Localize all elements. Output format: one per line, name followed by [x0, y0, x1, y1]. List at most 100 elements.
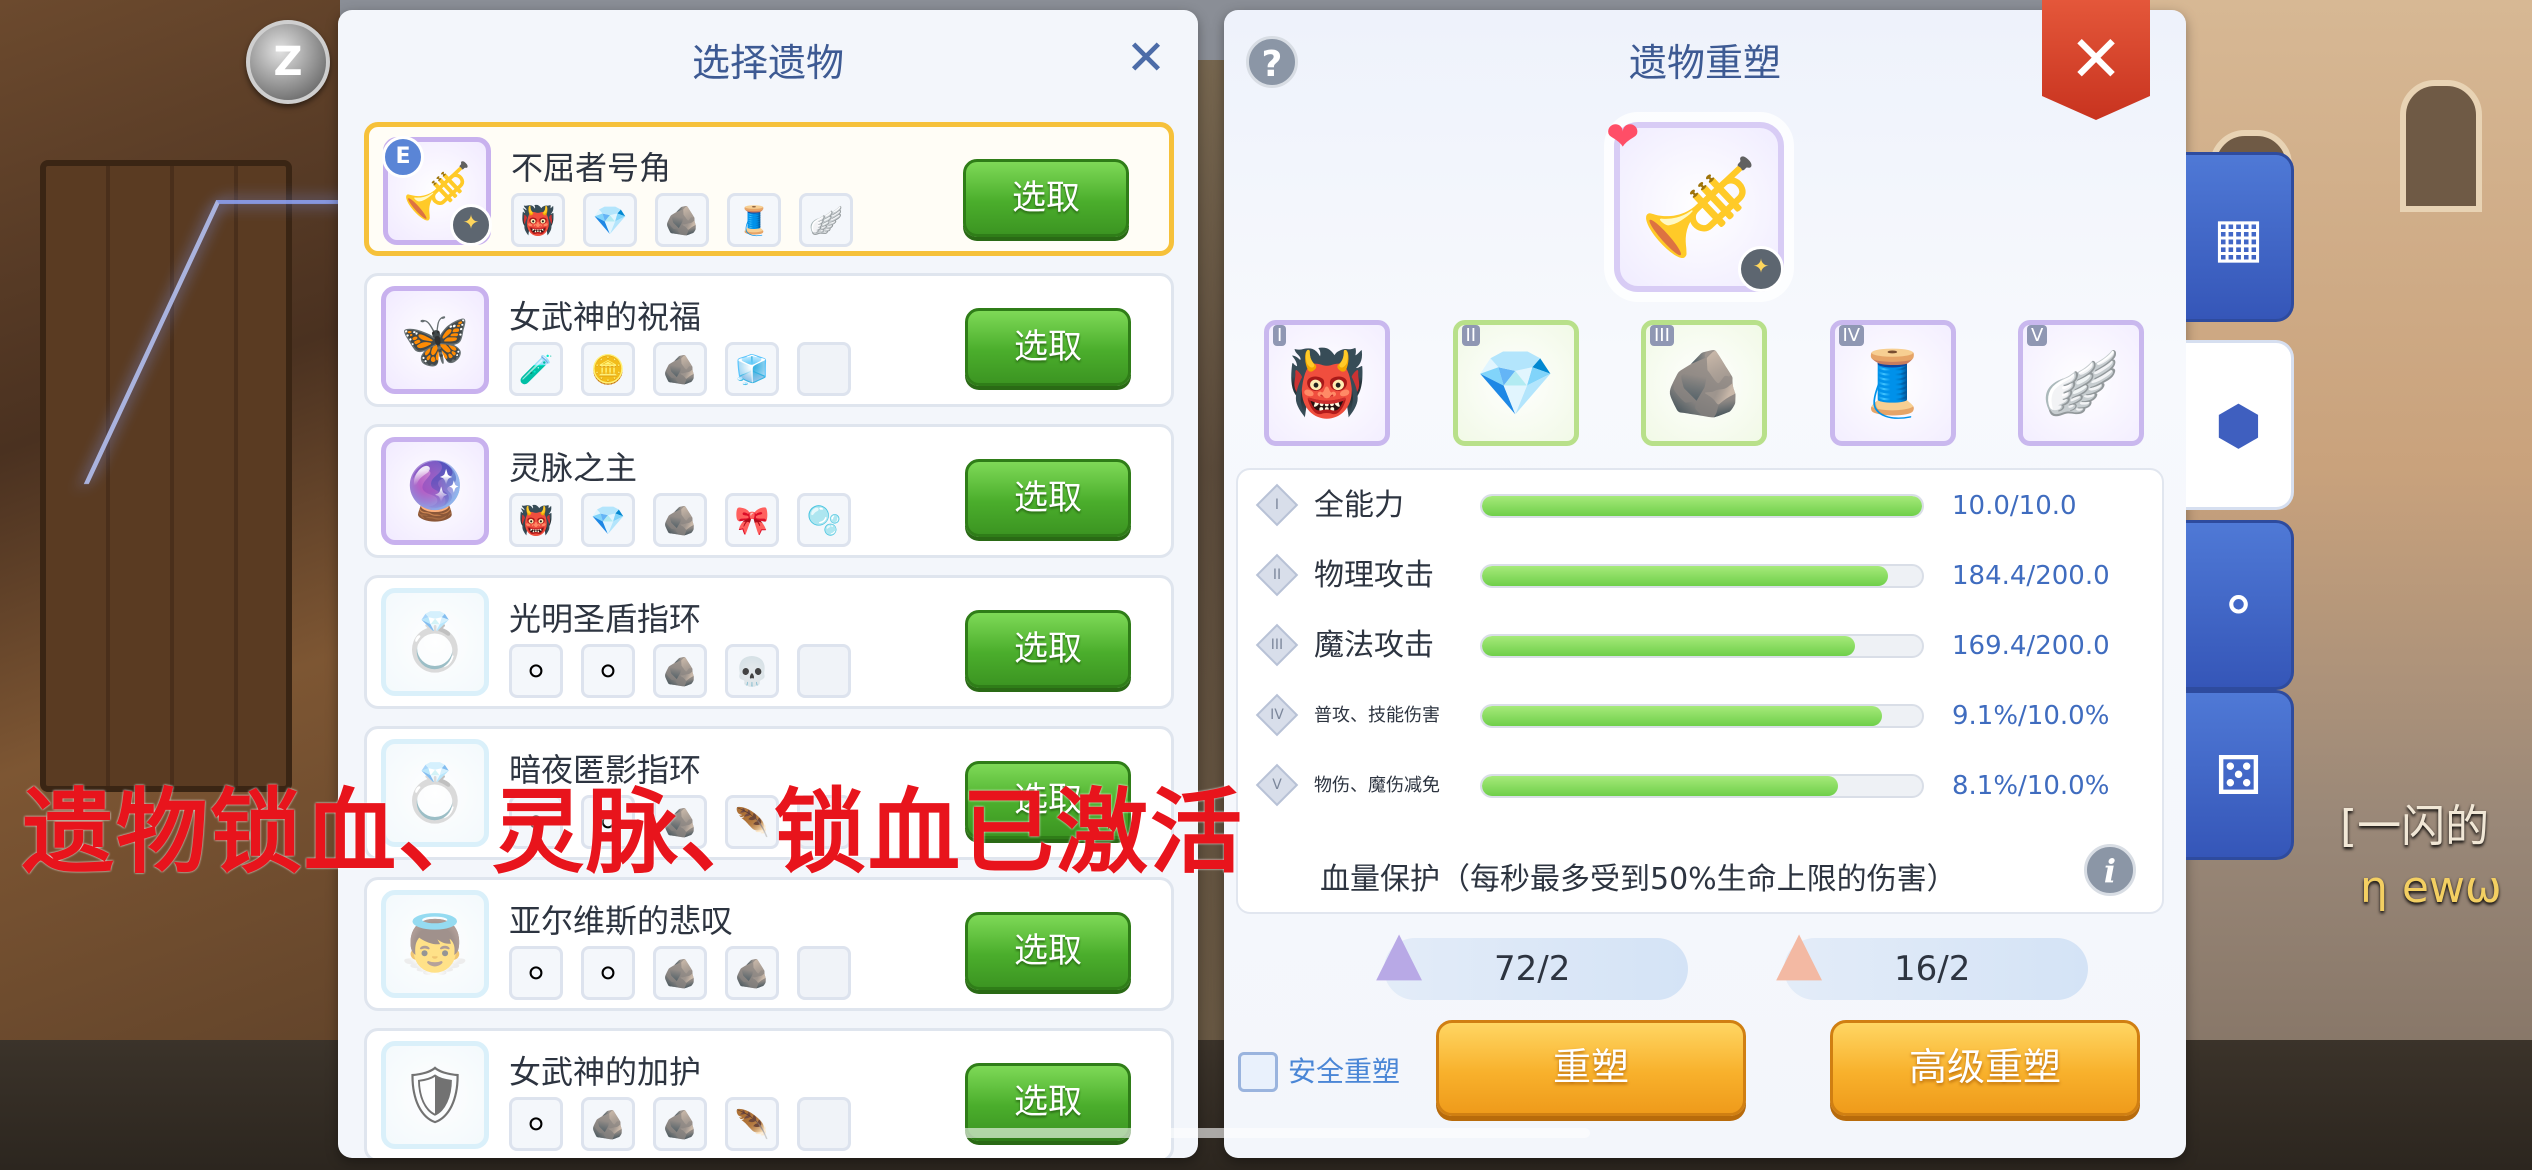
- relic-icon: 💍: [400, 610, 470, 675]
- select-relic-panel: 选择遗物 ✕ 🎺 E ✦ 不屈者号角 👹 💎 🪨 🧵 🪽 选取 🦋 女武神的祝福 🧪 🪙 🪨 🧊 选取 🔮 灵脉之主…: [338, 10, 1198, 1158]
- stat-bar-fill: [1482, 636, 1855, 656]
- part-numeral: V: [2027, 325, 2048, 346]
- material-count: 16/2: [1894, 949, 1971, 989]
- select-button[interactable]: 选取: [963, 159, 1129, 237]
- gear-icon: ✦: [1738, 246, 1784, 292]
- safe-reforge-checkbox[interactable]: [1238, 1052, 1278, 1092]
- gear-icon: ✦: [450, 204, 492, 246]
- side-tab[interactable]: ▦: [2186, 152, 2294, 322]
- part-slot-icon: 🪨: [653, 644, 707, 698]
- chat-line-1: [一闪的: [2340, 801, 2490, 852]
- part-numeral: IV: [1838, 325, 1865, 346]
- select-button[interactable]: 选取: [965, 610, 1131, 688]
- stat-bar-fill: [1482, 776, 1839, 796]
- relic-name: 亚尔维斯的悲叹: [509, 902, 734, 940]
- relic-name: 女武神的加护: [509, 1053, 702, 1091]
- relic-part-slot[interactable]: II 💎: [1452, 320, 1579, 446]
- relic-row[interactable]: 💍 光明圣盾指环 ⚪ ⚪ 🪨 💀 选取: [364, 575, 1174, 709]
- part-slot-icon: 🪨: [653, 946, 707, 1000]
- stat-bar: [1480, 564, 1924, 588]
- close-button[interactable]: ✕: [2042, 0, 2150, 120]
- shop-icon: ▦: [2212, 205, 2265, 269]
- stat-numeral: II: [1272, 567, 1282, 583]
- link-icon: ⚬: [2215, 573, 2262, 637]
- relic-row[interactable]: 👼 亚尔维斯的悲叹 ⚪ ⚪ 🪨 🪨 选取: [364, 877, 1174, 1011]
- empty-slot: [797, 946, 851, 1000]
- safe-reforge-label[interactable]: 安全重塑: [1288, 1052, 1400, 1092]
- part-slot-icon: ⚪: [581, 644, 635, 698]
- stat-label: 全能力: [1314, 488, 1404, 523]
- select-button[interactable]: 选取: [965, 459, 1131, 537]
- relic-icon: 🦋: [400, 308, 470, 373]
- stat-row: V 物伤、魔伤减免 8.1%/10.0%: [1255, 763, 2142, 807]
- relic-row[interactable]: 🛡 女武神的加护 ⚪ 🪨 🪨 🪶 选取: [364, 1028, 1174, 1158]
- part-slot-icon: 🧵: [727, 193, 781, 247]
- relic-part-slot[interactable]: III 🪨: [1641, 320, 1767, 446]
- relic-row[interactable]: 🔮 灵脉之主 👹 💎 🪨 🎀 🫧 选取: [364, 424, 1174, 558]
- empty-slot: [797, 644, 851, 698]
- part-slot-icon: 👹: [511, 193, 565, 247]
- hp-protect-text: 血量保护（每秒最多受到50%生命上限的伤害）: [1320, 862, 1957, 897]
- scroll-indicator: [940, 1128, 1590, 1138]
- relic-icon: 🛡: [399, 1063, 471, 1128]
- relic-part-slot[interactable]: V 🪽: [2018, 320, 2144, 446]
- relic-thumb: 💍: [381, 588, 489, 696]
- relic-icon: 👼: [400, 912, 470, 977]
- dice-icon: ⚄: [2215, 743, 2262, 807]
- chat-line-2: η ewω: [2360, 862, 2502, 913]
- advanced-reforge-button[interactable]: 高级重塑: [1830, 1020, 2140, 1116]
- stat-bar: [1480, 634, 1924, 658]
- material-peach: ▲ 16/2: [1776, 918, 2088, 1000]
- relic-thumb: 🦋: [381, 286, 489, 394]
- stat-diamond-icon: I: [1255, 483, 1299, 527]
- background-window: [2400, 80, 2482, 212]
- stat-diamond-icon: V: [1255, 763, 1299, 807]
- selected-relic-icon: ❤ 🎺 ✦: [1606, 114, 1784, 292]
- stat-label: 魔法攻击: [1314, 628, 1434, 663]
- part-slot-icon: 💀: [725, 644, 779, 698]
- relic-list: 🎺 E ✦ 不屈者号角 👹 💎 🪨 🧵 🪽 选取 🦋 女武神的祝福 🧪 🪙 🪨 🧊 选取 🔮 灵脉之主 👹 💎 🪨 🎀 🫧 选取…: [364, 122, 1174, 1158]
- stat-row: II 物理攻击 184.4/200.0: [1255, 553, 2142, 597]
- relic-part-slot[interactable]: I 👹: [1264, 320, 1390, 446]
- side-tab[interactable]: ⚬: [2186, 520, 2294, 690]
- part-slot-icon: 🪨: [725, 946, 779, 1000]
- part-slot-icon: 🪨: [655, 193, 709, 247]
- relic-reforge-panel: ? 遗物重塑 ❤ 🎺 ✦ I 👹 II 💎 III 🪨 IV 🧵 V 🪽 I 全能力 10.0/10.…: [1224, 10, 2186, 1158]
- equipped-badge: E: [382, 136, 424, 178]
- material-count: 72/2: [1494, 949, 1571, 989]
- relic-name: 不屈者号角: [511, 149, 672, 187]
- relic-part-slot[interactable]: IV 🧵: [1829, 320, 1956, 446]
- part-numeral: III: [1650, 325, 1674, 346]
- part-slot-icon: 🧪: [509, 342, 563, 396]
- stat-value: 9.1%/10.0%: [1952, 701, 2110, 731]
- stat-label: 普攻、技能伤害: [1314, 705, 1440, 726]
- part-slot-icon: 🪨: [653, 493, 707, 547]
- part-icon: 🪨: [1664, 346, 1744, 421]
- relic-thumb: 🎺 E ✦: [382, 136, 492, 246]
- relic-name: 女武神的祝福: [509, 298, 702, 336]
- z-button[interactable]: Z: [246, 20, 330, 104]
- stat-diamond-icon: II: [1255, 553, 1299, 597]
- select-button[interactable]: 选取: [965, 912, 1131, 990]
- part-numeral: I: [1273, 325, 1287, 346]
- stat-row: IV 普攻、技能伤害 9.1%/10.0%: [1255, 693, 2142, 737]
- stat-bar: [1480, 774, 1924, 798]
- stat-bar-fill: [1482, 496, 1922, 516]
- part-icon: 🪽: [2041, 346, 2121, 421]
- relic-row[interactable]: 🎺 E ✦ 不屈者号角 👹 💎 🪨 🧵 🪽 选取: [364, 122, 1174, 256]
- relic-slots: 👹 💎 🪨 🧵 🪽: [511, 193, 853, 247]
- part-icon: 💎: [1475, 346, 1556, 421]
- stat-diamond-icon: III: [1255, 623, 1299, 667]
- side-tab[interactable]: ⬢: [2186, 340, 2294, 510]
- part-numeral: II: [1461, 325, 1481, 346]
- side-tab[interactable]: ⚄: [2186, 690, 2294, 860]
- part-slot-icon: 💎: [583, 193, 637, 247]
- relic-slots: ⚪ ⚪ 🪨 🪨: [509, 946, 851, 1000]
- close-icon[interactable]: ✕: [1122, 34, 1170, 82]
- relic-row[interactable]: 🦋 女武神的祝福 🧪 🪙 🪨 🧊 选取: [364, 273, 1174, 407]
- reforge-button[interactable]: 重塑: [1436, 1020, 1746, 1116]
- relic-slots: ⚪ 🪨 🪨 🪶: [509, 1097, 851, 1151]
- select-button[interactable]: 选取: [965, 308, 1131, 386]
- panel-title: 选择遗物: [691, 41, 844, 85]
- info-icon[interactable]: i: [2084, 844, 2136, 896]
